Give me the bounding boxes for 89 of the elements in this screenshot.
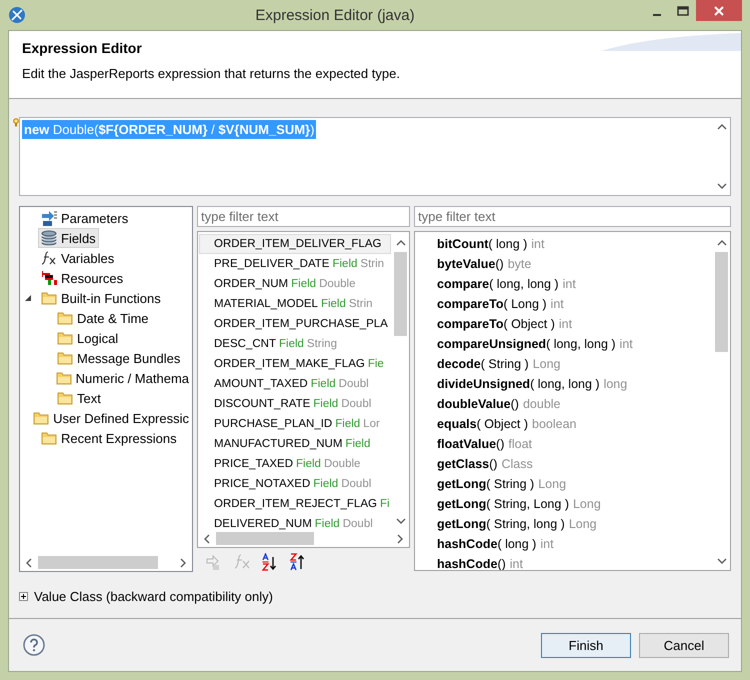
- sort-descending-icon[interactable]: [289, 553, 307, 571]
- tree-item[interactable]: Resources: [38, 268, 126, 288]
- close-button[interactable]: [696, 0, 742, 21]
- field-item[interactable]: PRICE_TAXED Field Double: [199, 454, 391, 474]
- folder-icon: [56, 370, 72, 386]
- close-icon: [714, 6, 724, 16]
- section-label: Value Class (backward compatibility only): [34, 588, 273, 604]
- tree-item[interactable]: Message Bundles: [54, 348, 184, 368]
- scroll-down-icon[interactable]: [716, 557, 726, 565]
- cancel-button[interactable]: Cancel: [639, 632, 729, 658]
- scroll-thumb[interactable]: [394, 252, 407, 336]
- method-item[interactable]: equals( Object ) boolean: [415, 414, 713, 434]
- method-item[interactable]: getLong( String, Long ) Long: [415, 494, 713, 514]
- method-item[interactable]: getClass() Class: [415, 454, 713, 474]
- scroll-left-icon[interactable]: [25, 558, 33, 568]
- folder-icon: [57, 310, 73, 326]
- method-item[interactable]: byteValue() byte: [415, 254, 713, 274]
- sort-ascending-icon[interactable]: [261, 553, 279, 571]
- dialog-description: Edit the JasperReports expression that returns the expected type.: [22, 66, 401, 81]
- function-icon: [41, 250, 57, 266]
- scroll-right-icon[interactable]: [179, 558, 187, 568]
- method-item[interactable]: compareUnsigned( long, long ) int: [415, 334, 713, 354]
- method-item[interactable]: getLong( String, long ) Long: [415, 514, 713, 534]
- finish-button[interactable]: Finish: [541, 632, 631, 658]
- tree-item[interactable]: Numeric / Mathema: [52, 368, 192, 388]
- tree-item[interactable]: Variables: [38, 248, 118, 268]
- tree-item[interactable]: Logical: [54, 328, 122, 348]
- field-item[interactable]: DELIVERED_NUM Field Doubl: [199, 514, 391, 530]
- field-item[interactable]: PURCHASE_PLAN_ID Field Lor: [199, 414, 391, 434]
- tree-item[interactable]: Fields: [38, 228, 99, 248]
- method-item[interactable]: floatValue() float: [415, 434, 713, 454]
- method-item[interactable]: divideUnsigned( long, long ) long: [415, 374, 713, 394]
- collapse-icon[interactable]: [24, 294, 32, 302]
- tree-item[interactable]: Built-in Functions: [38, 288, 164, 308]
- window-title: Expression Editor (java): [254, 6, 416, 24]
- folder-icon: [57, 330, 73, 346]
- scroll-thumb[interactable]: [715, 252, 728, 352]
- tree-item[interactable]: Date & Time: [54, 308, 152, 328]
- field-item[interactable]: DISCOUNT_RATE Field Doubl: [199, 394, 391, 414]
- method-item[interactable]: compareTo( Object ) int: [415, 314, 713, 334]
- scroll-thumb[interactable]: [38, 556, 158, 569]
- folder-icon: [57, 350, 73, 366]
- field-item[interactable]: DESC_CNT Field String: [199, 334, 391, 354]
- expression-text: new Double($F{ORDER_NUM} / $V{NUM_SUM}): [22, 120, 316, 139]
- field-item[interactable]: ORDER_ITEM_REJECT_FLAG Fi: [199, 494, 391, 514]
- field-item[interactable]: AMOUNT_TAXED Field Doubl: [199, 374, 391, 394]
- field-item[interactable]: MANUFACTURED_NUM Field: [199, 434, 391, 454]
- filter-field[interactable]: type filter text: [197, 206, 410, 227]
- scroll-left-icon[interactable]: [203, 534, 211, 544]
- field-item[interactable]: ORDER_ITEM_MAKE_FLAG Fie: [199, 354, 391, 374]
- method-item[interactable]: compare( long, long ) int: [415, 274, 713, 294]
- dialog-title: Expression Editor: [22, 40, 143, 56]
- field-item[interactable]: ORDER_NUM Field Double: [199, 274, 391, 294]
- database-icon: [41, 230, 57, 246]
- field-item[interactable]: PRE_DELIVER_DATE Field Strin: [199, 254, 391, 274]
- method-item[interactable]: hashCode( long ) int: [415, 534, 713, 554]
- flags-icon: [41, 270, 57, 286]
- app-icon: [8, 6, 26, 24]
- help-icon[interactable]: [23, 634, 45, 656]
- scroll-down-icon[interactable]: [716, 182, 726, 190]
- scroll-thumb[interactable]: [216, 532, 314, 545]
- expand-icon[interactable]: [19, 592, 28, 600]
- minimize-icon: [652, 14, 662, 16]
- method-item[interactable]: doubleValue() double: [415, 394, 713, 414]
- scroll-up-icon[interactable]: [716, 123, 726, 131]
- method-item[interactable]: compareTo( Long ) int: [415, 294, 713, 314]
- tree-item[interactable]: Recent Expressions: [38, 428, 180, 448]
- scroll-up-icon[interactable]: [396, 239, 406, 247]
- folder-icon: [33, 410, 50, 426]
- scroll-up-icon[interactable]: [716, 239, 726, 247]
- maximize-icon: [677, 6, 689, 16]
- field-item[interactable]: ORDER_ITEM_DELIVER_FLAG: [199, 234, 391, 254]
- tree-item[interactable]: Parameters: [38, 208, 132, 228]
- filter-field[interactable]: type filter text: [414, 206, 731, 227]
- folder-icon: [41, 430, 57, 446]
- folder-icon: [41, 290, 57, 306]
- field-item[interactable]: MATERIAL_MODEL Field Strin: [199, 294, 391, 314]
- field-item[interactable]: PRICE_NOTAXED Field Doubl: [199, 474, 391, 494]
- scroll-right-icon[interactable]: [396, 534, 404, 544]
- lightbulb-icon: [13, 118, 19, 127]
- folder-icon: [57, 390, 73, 406]
- field-item[interactable]: ORDER_ITEM_PURCHASE_PLA: [199, 314, 391, 334]
- scroll-down-icon[interactable]: [396, 517, 406, 525]
- method-item[interactable]: bitCount( long ) int: [415, 234, 713, 254]
- method-item[interactable]: decode( String ) Long: [415, 354, 713, 374]
- parameters-icon: [41, 210, 57, 226]
- tree-item[interactable]: User Defined Expressic: [30, 408, 192, 428]
- method-item[interactable]: getLong( String ) Long: [415, 474, 713, 494]
- tree-item[interactable]: Text: [54, 388, 104, 408]
